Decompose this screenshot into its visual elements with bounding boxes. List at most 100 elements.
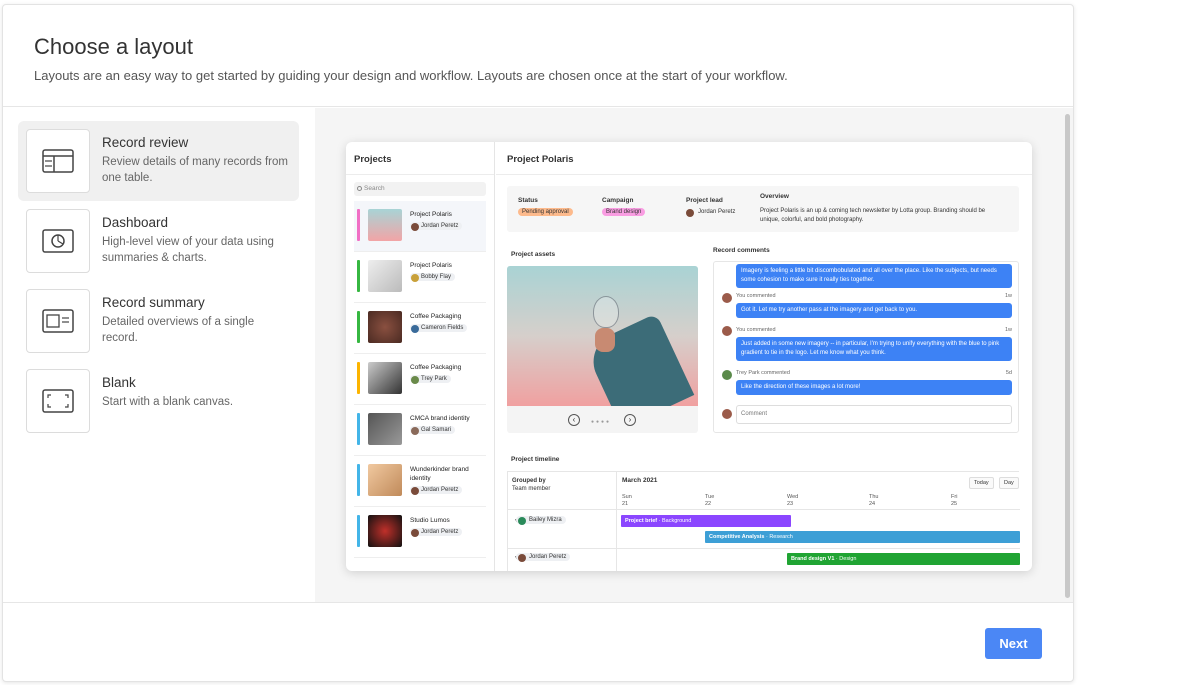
- list-item: Wunderkinder brand identity Jordan Peret…: [354, 456, 486, 507]
- layout-option-dashboard[interactable]: Dashboard High-level view of your data u…: [18, 201, 299, 281]
- dialog-header: Choose a layout Layouts are an easy way …: [3, 5, 1073, 107]
- item-person: Jordan Peretz: [410, 486, 463, 495]
- comment-bubble: Just added in some new imagery -- in par…: [736, 337, 1012, 361]
- preview-detail-title: Project Polaris: [496, 142, 1032, 175]
- dialog-body: Record review Review details of many rec…: [3, 108, 1073, 602]
- avatar: [411, 427, 419, 435]
- person-name: Bobby Flay: [421, 274, 452, 280]
- item-thumbnail: [368, 464, 402, 496]
- person-name: Jordan Peretz: [529, 554, 567, 560]
- dashboard-chart-icon: [26, 209, 90, 273]
- layout-option-blank[interactable]: Blank Start with a blank canvas.: [18, 361, 299, 441]
- avatar: [518, 517, 526, 525]
- avatar: [411, 325, 419, 333]
- record-comments-panel: Imagery is feeling a little bit discombo…: [713, 261, 1019, 433]
- person-name: Jordan Peretz: [421, 529, 459, 535]
- avatar: [722, 409, 732, 419]
- list-item: Coffee Packaging Trey Park: [354, 354, 486, 405]
- avatar: [411, 529, 419, 537]
- list-item: Studio Lumos Jordan Peretz: [354, 507, 486, 558]
- item-thumbnail: [368, 311, 402, 343]
- timeline-bar: Brand design V1 · Design: [787, 553, 1020, 565]
- avatar: [411, 376, 419, 384]
- dialog-subtitle: Layouts are an easy way to get started b…: [34, 68, 788, 83]
- table-layout-icon: [26, 129, 90, 193]
- field-status: Status Pending approval: [518, 197, 573, 216]
- field-overview: Overview Project Polaris is an up & comi…: [760, 193, 1000, 224]
- field-project-lead: Project lead Jordan Peretz: [686, 197, 739, 217]
- bar-title: Project brief: [625, 518, 658, 524]
- avatar: [686, 209, 694, 217]
- comment-bubble: Imagery is feeling a little bit discombo…: [736, 264, 1012, 288]
- list-item: CMCA brand identity Gal Samari: [354, 405, 486, 456]
- item-thumbnail: [368, 515, 402, 547]
- field-label: Campaign: [602, 197, 634, 204]
- item-person: Jordan Peretz: [410, 528, 463, 537]
- timeline-row-person: Bailey Mizra: [516, 516, 566, 525]
- layout-preview-card: Projects Search Project Polaris Jordan P…: [346, 142, 1032, 571]
- avatar: [722, 326, 732, 336]
- person-name: Jordan Peretz: [698, 209, 736, 215]
- lightbulb-image: [593, 296, 619, 328]
- row-divider: [508, 548, 1020, 549]
- field-campaign: Campaign Brand design: [602, 197, 646, 216]
- item-person: Bobby Flay: [410, 273, 456, 282]
- day-of-week: Wed: [787, 494, 799, 500]
- layout-option-name: Dashboard: [102, 215, 169, 230]
- list-item: Project Polaris Jordan Peretz: [354, 201, 486, 252]
- preview-list-title: Projects: [346, 142, 494, 175]
- day-of-week: Fri: [951, 494, 958, 500]
- comment-input: Comment: [736, 405, 1012, 424]
- timeline-header: Grouped by Team member March 2021 Today …: [508, 472, 1020, 510]
- preview-scrollbar[interactable]: [1065, 114, 1070, 598]
- overview-text: Project Polaris is an up & coming tech n…: [760, 208, 986, 223]
- next-button[interactable]: Next: [985, 628, 1042, 659]
- comment-author: You commented: [736, 293, 776, 299]
- person-name: Bailey Mizra: [529, 517, 562, 523]
- item-color-bar: [357, 362, 360, 394]
- item-name: Project Polaris: [410, 211, 452, 218]
- list-item: Coffee Packaging Cameron Fields: [354, 303, 486, 354]
- avatar: [411, 223, 419, 231]
- layout-option-description: High-level view of your data using summa…: [102, 236, 274, 264]
- day-date: 24: [869, 501, 876, 507]
- previous-arrow-icon: ‹: [568, 414, 580, 426]
- layout-option-record-review[interactable]: Record review Review details of many rec…: [18, 121, 299, 201]
- comment-author: You commented: [736, 327, 776, 333]
- next-arrow-icon: ›: [624, 414, 636, 426]
- preview-record-list: Projects Search Project Polaris Jordan P…: [346, 142, 495, 571]
- grouped-by-label: Grouped by: [512, 478, 546, 484]
- comment-time: 5d: [1005, 370, 1012, 376]
- layout-option-record-summary[interactable]: Record summary Detailed overviews of a s…: [18, 281, 299, 361]
- lead-person: Jordan Peretz: [686, 208, 739, 217]
- item-color-bar: [357, 311, 360, 343]
- comment-meta: You commented 1w: [736, 327, 1012, 333]
- campaign-badge: Brand design: [602, 208, 646, 216]
- person-name: Gal Samari: [421, 427, 452, 433]
- item-person: Cameron Fields: [410, 324, 468, 333]
- comments-label: Record comments: [713, 247, 770, 254]
- asset-photo: [507, 266, 698, 406]
- comment-time: 1w: [1004, 293, 1012, 299]
- group-field: Team member: [512, 486, 551, 492]
- comment-time: 1w: [1004, 327, 1012, 333]
- bar-title: Brand design V1: [791, 556, 835, 562]
- timeline-label: Project timeline: [511, 456, 560, 463]
- person-name: Jordan Peretz: [421, 223, 459, 229]
- bar-category: Research: [769, 534, 793, 540]
- day-date: 23: [787, 501, 794, 507]
- item-name: Coffee Packaging: [410, 364, 462, 371]
- day-of-week: Sun: [622, 494, 632, 500]
- item-thumbnail: [368, 260, 402, 292]
- comment-meta: Trey Park commented 5d: [736, 370, 1012, 376]
- gallery-dots: ●●●●: [591, 419, 612, 425]
- person-name: Cameron Fields: [421, 325, 464, 331]
- layout-option-description: Detailed overviews of a single record.: [102, 316, 255, 344]
- timeline-day: Sun 21: [622, 494, 632, 508]
- preview-record-detail: Project Polaris Status Pending approval …: [496, 142, 1032, 571]
- avatar: [411, 487, 419, 495]
- day-of-week: Thu: [869, 494, 879, 500]
- item-name: Studio Lumos: [410, 517, 450, 524]
- timeline-bar: Competitive Analysis · Research: [705, 531, 1020, 543]
- timeline-grouping: Grouped by Team member: [512, 477, 550, 493]
